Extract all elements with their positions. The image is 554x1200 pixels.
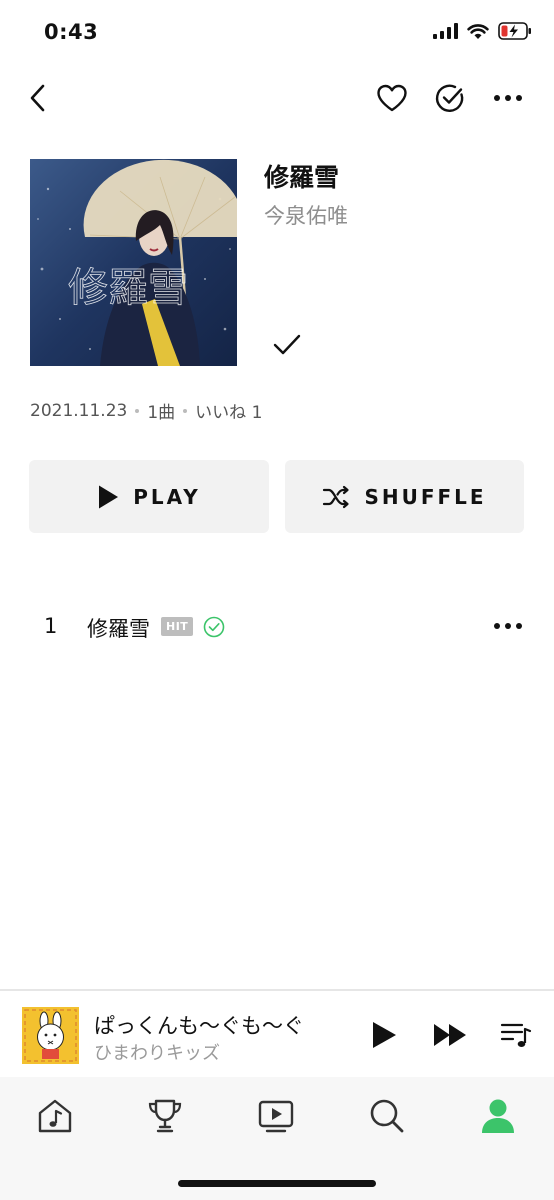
tab-chart[interactable]	[135, 1091, 195, 1141]
release-date: 2021.11.23	[30, 400, 128, 421]
mini-player-artwork	[22, 1007, 79, 1064]
trophy-icon	[148, 1099, 182, 1133]
next-track-button[interactable]	[428, 1013, 472, 1057]
profile-icon	[482, 1099, 514, 1133]
tab-profile[interactable]	[468, 1091, 528, 1141]
album-title: 修羅雪	[264, 163, 340, 192]
music-home-icon	[38, 1099, 72, 1133]
top-nav-bar	[0, 72, 554, 124]
play-icon	[373, 1022, 396, 1048]
track-title: 修羅雪	[87, 617, 150, 641]
separator-dot	[183, 408, 188, 413]
tab-home[interactable]	[25, 1091, 85, 1141]
album-artist[interactable]: 今泉佑唯	[264, 200, 348, 230]
like-count: いいね 1	[195, 403, 263, 423]
play-label: PLAY	[133, 484, 201, 509]
wifi-icon	[467, 23, 489, 39]
more-horizontal-icon	[494, 95, 522, 101]
shuffle-label: SHUFFLE	[364, 484, 487, 509]
hit-badge: HIT	[161, 617, 194, 636]
mini-player[interactable]: ぱっくんも〜ぐも〜ぐ ひまわりキッズ	[0, 989, 554, 1077]
track-count: 1曲	[147, 403, 176, 423]
album-artwork: 修羅雪	[30, 159, 237, 366]
more-options-button[interactable]	[486, 72, 530, 124]
album-art-title: 修羅雪	[68, 265, 188, 311]
status-bar: 0:43	[0, 0, 554, 66]
play-icon	[99, 485, 119, 508]
mini-player-title: ぱっくんも〜ぐも〜ぐ	[94, 1014, 304, 1038]
tab-video[interactable]	[246, 1091, 306, 1141]
mini-play-button[interactable]	[362, 1013, 406, 1057]
more-horizontal-icon	[494, 623, 522, 629]
tab-search[interactable]	[357, 1091, 417, 1141]
track-number: 1	[44, 614, 58, 638]
separator-dot	[135, 408, 140, 413]
cellular-signal-icon	[433, 23, 458, 39]
search-icon	[370, 1099, 404, 1133]
fast-forward-icon	[434, 1024, 466, 1046]
track-more-button[interactable]	[486, 604, 530, 648]
battery-charging-icon	[498, 22, 531, 40]
shuffle-icon	[323, 485, 350, 508]
video-play-icon	[258, 1100, 294, 1133]
status-icons	[433, 22, 532, 40]
mini-player-artist: ひまわりキッズ	[94, 1043, 220, 1064]
like-button[interactable]	[370, 72, 414, 124]
verified-check-icon	[203, 616, 225, 638]
track-row[interactable]: 1 修羅雪 HIT	[0, 598, 554, 656]
queue-button[interactable]	[494, 1013, 538, 1057]
chevron-left-icon	[30, 84, 45, 112]
check-circle-icon	[435, 84, 464, 112]
add-to-library-button[interactable]	[428, 72, 472, 124]
checkmark-icon	[273, 334, 301, 355]
status-time: 0:43	[44, 20, 99, 44]
heart-outline-icon	[377, 84, 407, 112]
saved-check-button[interactable]	[268, 326, 306, 364]
play-button[interactable]: PLAY	[29, 460, 269, 533]
back-button[interactable]	[16, 72, 60, 124]
album-meta: 2021.11.23 1曲 いいね 1	[30, 398, 263, 424]
shuffle-button[interactable]: SHUFFLE	[285, 460, 524, 533]
queue-list-icon	[500, 1023, 532, 1047]
home-indicator	[178, 1180, 376, 1187]
